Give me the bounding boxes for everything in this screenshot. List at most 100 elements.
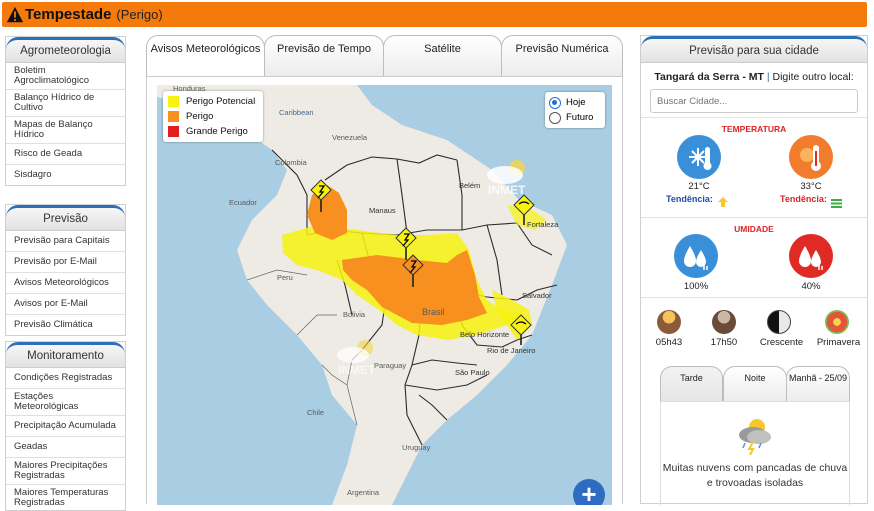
sidebar-item[interactable]: Condições Registradas — [6, 368, 125, 389]
sunset-time: 17h50 — [710, 337, 738, 348]
map-label: Caribbean — [279, 108, 314, 117]
inmet-watermark: INMET — [338, 363, 376, 377]
tab-noite[interactable]: Noite — [723, 366, 787, 402]
map-label: Brasil — [422, 307, 445, 317]
sidebar-item[interactable]: Geadas — [6, 437, 125, 458]
map-label: Argentina — [347, 488, 380, 497]
sidebar-item[interactable]: Previsão Climática — [6, 315, 125, 335]
alert-title: Tempestade — [25, 6, 112, 23]
city-name: Tangará da Serra - MT — [654, 71, 764, 83]
radio-label: Futuro — [566, 112, 594, 123]
legend-swatch — [168, 126, 179, 137]
map-label: Venezuela — [332, 133, 368, 142]
map-label: Peru — [277, 273, 293, 282]
max-temperature-icon — [789, 135, 833, 179]
sidebar-item[interactable]: Maiores Temperaturas Registradas — [6, 485, 125, 511]
tab-avisos-meteorologicos[interactable]: Avisos Meteorológicos — [146, 35, 265, 77]
map-label: Paraguay — [374, 361, 406, 370]
tab-previsao-numerica[interactable]: Previsão Numérica — [501, 35, 623, 77]
sidebar-item[interactable]: Previsão para Capitais — [6, 231, 125, 252]
map-label: Fortaleza — [527, 220, 559, 229]
tab-satelite[interactable]: Satélite — [383, 35, 502, 77]
sidebar-item[interactable]: Maiores Precipitações Registradas — [6, 458, 125, 485]
tab-manha[interactable]: Manhã - 25/09 — [786, 366, 850, 402]
tab-tarde[interactable]: Tarde — [660, 366, 723, 402]
map-label: São Paulo — [455, 368, 490, 377]
zoom-in-button[interactable]: + — [573, 479, 605, 505]
moon-phase: Crescente — [759, 337, 804, 348]
trend-up-icon — [718, 194, 728, 207]
tab-previsao-de-tempo[interactable]: Previsão de Tempo — [264, 35, 384, 77]
sidebar-agrometeorologia: Agrometeorologia Boletim Agroclimatológi… — [5, 36, 126, 186]
radio-label: Hoje — [566, 97, 586, 108]
other-location-prompt: Digite outro local: — [772, 71, 854, 83]
map-label: Chile — [307, 408, 324, 417]
warnings-map[interactable]: INMET INMET Honduras Caribbean Venezuela… — [157, 85, 612, 505]
map-label: Ecuador — [229, 198, 257, 207]
legend-label: Perigo Potencial — [186, 96, 256, 107]
sidebar-item[interactable]: Mapas de Balanço Hídrico — [6, 117, 125, 144]
sidebar-monitoramento: Monitoramento Condições Registradas Esta… — [5, 341, 126, 511]
forecast-tabs: Tarde Noite Manhã - 25/09 — [660, 366, 850, 402]
sidebar-item[interactable]: Previsão por E-Mail — [6, 252, 125, 273]
time-selector: Hoje Futuro — [545, 92, 605, 128]
alert-banner[interactable]: Tempestade (Perigo) — [2, 2, 867, 27]
alert-level: (Perigo) — [116, 7, 163, 22]
sidebar-item[interactable]: Precipitação Acumulada — [6, 416, 125, 437]
radio-button-selected[interactable] — [549, 96, 561, 109]
panel-header: Previsão para sua cidade — [641, 36, 867, 63]
inmet-logo-icon — [487, 160, 525, 184]
trend-stable-icon — [831, 195, 842, 208]
divider — [641, 117, 867, 118]
season: Primavera — [816, 337, 861, 348]
map-label: Uruguay — [402, 443, 431, 452]
divider — [641, 217, 867, 218]
sidebar-item[interactable]: Avisos Meteorológicos — [6, 273, 125, 294]
map-container: INMET INMET Honduras Caribbean Venezuela… — [146, 76, 623, 505]
radio-futuro[interactable]: Futuro — [549, 110, 601, 125]
legend-item: Grande Perigo — [168, 124, 258, 139]
max-humidity-icon — [789, 234, 833, 278]
sidebar-item[interactable]: Risco de Geada — [6, 144, 125, 165]
legend-item: Perigo Potencial — [168, 94, 258, 109]
legend-swatch — [168, 111, 179, 122]
season-flower-icon — [825, 310, 849, 334]
city-line: Tangará da Serra - MT | Digite outro loc… — [641, 71, 867, 83]
sidebar-item[interactable]: Balanço Hídrico de Cultivo — [6, 90, 125, 117]
legend-label: Perigo — [186, 111, 214, 122]
map-legend: Perigo Potencial Perigo Grande Perigo — [163, 91, 263, 142]
forecast-body: Muitas nuvens com pancadas de chuva e tr… — [660, 401, 850, 505]
legend-item: Perigo — [168, 109, 258, 124]
moon-phase-icon — [767, 310, 791, 334]
city-search-input[interactable] — [650, 89, 858, 113]
sidebar-item[interactable]: Estações Meteorológicas — [6, 389, 125, 416]
min-humidity: 100% — [683, 281, 709, 292]
humidity-label: UMIDADE — [734, 224, 774, 234]
map-label: Rio de Janeiro — [487, 346, 535, 355]
max-humidity: 40% — [801, 281, 821, 292]
sidebar-header: Monitoramento — [6, 342, 125, 368]
sidebar-item[interactable]: Sisdagro — [6, 165, 125, 185]
forecast-description: Muitas nuvens com pancadas de chuva e tr… — [662, 462, 848, 489]
sunrise-time: 05h43 — [655, 337, 683, 348]
sidebar-header: Agrometeorologia — [6, 37, 125, 63]
radio-hoje[interactable]: Hoje — [549, 95, 601, 110]
sunrise-icon — [657, 310, 681, 334]
map-label: Colombia — [275, 158, 308, 167]
sidebar-header: Previsão — [6, 205, 125, 231]
warning-icon — [6, 6, 24, 22]
sidebar-item[interactable]: Boletim Agroclimatológico — [6, 63, 125, 90]
min-humidity-icon — [674, 234, 718, 278]
sidebar-item[interactable]: Avisos por E-Mail — [6, 294, 125, 315]
city-forecast-panel: Previsão para sua cidade Tangará da Serr… — [640, 35, 868, 505]
map-label: Manaus — [369, 206, 396, 215]
map-label: Belo Horizonte — [460, 330, 509, 339]
divider — [641, 297, 867, 298]
min-trend-label: Tendência: — [666, 194, 713, 204]
south-america-map[interactable]: INMET INMET Honduras Caribbean Venezuela… — [157, 85, 612, 505]
max-trend-label: Tendência: — [780, 194, 827, 204]
max-temperature: 33°C — [800, 181, 822, 192]
radio-button[interactable] — [549, 111, 561, 124]
legend-label: Grande Perigo — [186, 126, 248, 137]
min-temperature: 21°C — [688, 181, 710, 192]
